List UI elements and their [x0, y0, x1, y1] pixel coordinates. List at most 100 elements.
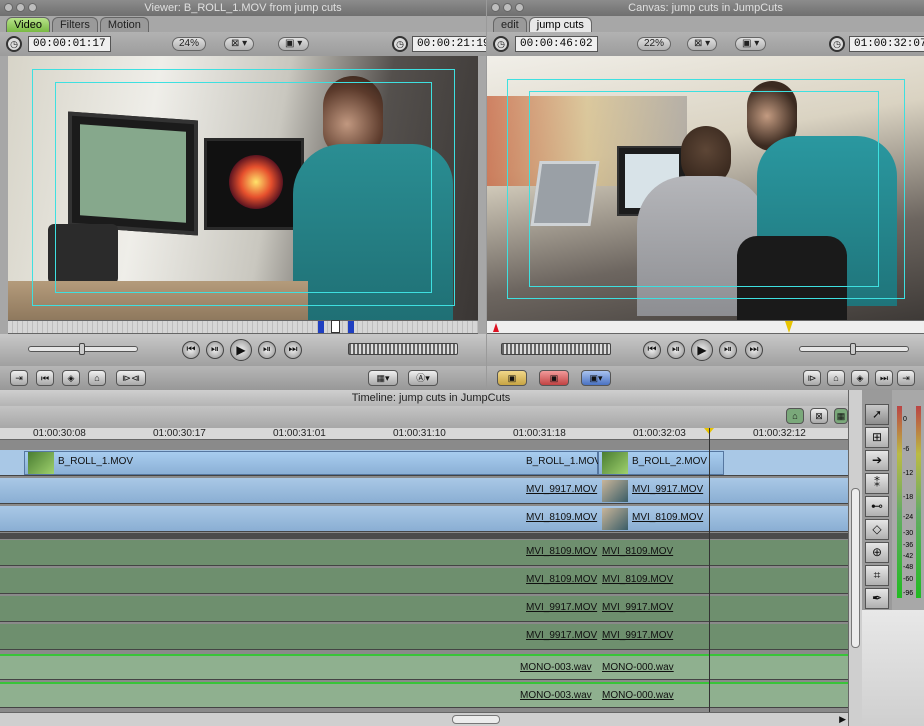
- out-point-marker[interactable]: [348, 321, 354, 333]
- canvas-in-marker[interactable]: [493, 323, 499, 332]
- play-icon[interactable]: ▶: [691, 339, 713, 361]
- mark-clip-icon[interactable]: ⏭: [875, 370, 893, 386]
- in-point-marker[interactable]: [318, 321, 324, 333]
- timeline-track-a3[interactable]: MVI_9917.MOV MVI_9917.MOV: [0, 596, 848, 622]
- scroll-right-arrow[interactable]: ▶: [839, 714, 846, 725]
- mark-in-out-icon[interactable]: ⧐: [803, 370, 821, 386]
- timeline-track-v2[interactable]: MVI_9917.MOV MVI_9917.MOV: [0, 478, 848, 504]
- viewer-current-tc-field[interactable]: 00:00:21:19: [412, 36, 486, 52]
- scroll-thumb[interactable]: [851, 488, 860, 648]
- canvas-playhead[interactable]: [785, 321, 793, 333]
- clip-name: B_ROLL_1.MOV: [526, 456, 602, 467]
- viewer-jog-wheel[interactable]: [348, 343, 458, 355]
- close-button[interactable]: [4, 3, 13, 12]
- zoom-tool-icon[interactable]: ⊕: [865, 542, 889, 563]
- viewer-titlebar[interactable]: Viewer: B_ROLL_1.MOV from jump cuts: [0, 0, 486, 16]
- ruler-tick: 01:00:32:03: [633, 428, 686, 439]
- minimize-button[interactable]: [16, 3, 25, 12]
- scroll-thumb[interactable]: [452, 715, 500, 724]
- timeline-ruler[interactable]: 01:00:30:08 01:00:30:17 01:00:31:01 01:0…: [0, 428, 848, 440]
- minimize-button[interactable]: [503, 3, 512, 12]
- timeline-track-v1[interactable]: MVI_8109.MOV MVI_8109.MOV: [0, 506, 848, 532]
- pen-tool-icon[interactable]: ✒: [865, 588, 889, 609]
- canvas-video-frame[interactable]: [487, 56, 924, 320]
- canvas-overlay-popup[interactable]: ▣ ▾: [735, 37, 767, 51]
- add-keyframe-icon[interactable]: ◈: [62, 370, 80, 386]
- add-keyframe-icon[interactable]: ◈: [851, 370, 869, 386]
- canvas-duration-field[interactable]: 00:00:46:02: [515, 36, 598, 52]
- viewer-view-popup[interactable]: ⊠ ▾: [224, 37, 255, 51]
- previous-edit-icon[interactable]: ⏮: [643, 341, 661, 359]
- tab-edit[interactable]: edit: [493, 17, 527, 32]
- linked-selection-icon[interactable]: ⌂: [786, 408, 804, 424]
- viewer-shuttle-slider[interactable]: [28, 343, 138, 355]
- viewer-zoom-popup[interactable]: 24%: [172, 37, 207, 51]
- canvas-scrubber-bar[interactable]: [487, 320, 924, 334]
- canvas-titlebar[interactable]: Canvas: jump cuts in JumpCuts: [487, 0, 924, 16]
- mark-in-out-icon[interactable]: ⧐⧏: [116, 370, 146, 386]
- clip-name: MONO-003.wav: [520, 662, 592, 673]
- timeline-track-a4[interactable]: MVI_9917.MOV MVI_9917.MOV: [0, 624, 848, 650]
- canvas-current-tc-field[interactable]: 01:00:32:07: [849, 36, 924, 52]
- viewer-duration-field[interactable]: 00:00:01:17: [28, 36, 111, 52]
- play-in-to-out-icon[interactable]: ⏯: [206, 341, 224, 359]
- track-select-tool-icon[interactable]: ➔: [865, 450, 889, 471]
- canvas-shuttle-slider[interactable]: [799, 343, 909, 355]
- viewer-playhead[interactable]: [331, 320, 340, 333]
- next-edit-icon[interactable]: ⏭: [284, 341, 302, 359]
- timeline-playhead-line[interactable]: [709, 428, 710, 712]
- clip-name: MONO-003.wav: [520, 690, 592, 701]
- timeline-track-a6[interactable]: MONO-003.wav MONO-000.wav: [0, 682, 848, 708]
- canvas-zoom-popup[interactable]: 22%: [637, 37, 672, 51]
- zoom-button[interactable]: [28, 3, 37, 12]
- add-marker-icon[interactable]: ⌂: [88, 370, 106, 386]
- roll-tool-icon[interactable]: ⁑: [865, 473, 889, 494]
- canvas-jog-wheel[interactable]: [501, 343, 611, 355]
- clip-overlays-icon[interactable]: ▦: [834, 408, 848, 424]
- snapping-icon[interactable]: ⊠: [810, 408, 828, 424]
- timeline-titlebar[interactable]: Timeline: jump cuts in JumpCuts: [0, 390, 862, 406]
- timeline-track-a1[interactable]: MVI_8109.MOV MVI_8109.MOV: [0, 540, 848, 566]
- tab-motion[interactable]: Motion: [99, 17, 149, 32]
- tab-video[interactable]: Video: [6, 17, 50, 32]
- mark-clip-icon[interactable]: ⏮: [36, 370, 54, 386]
- edit-selection-tool-icon[interactable]: ⊞: [865, 427, 889, 448]
- track-divider[interactable]: [0, 533, 848, 539]
- match-frame-icon[interactable]: ⇥: [10, 370, 28, 386]
- canvas-button-row: ▣ ▣ ▣▾ ⧐ ⌂ ◈ ⏭ ⇥: [487, 366, 924, 390]
- timeline-track-v3[interactable]: B_ROLL_1.MOV B_ROLL_1.MOV B_ROLL_2.MOV: [0, 450, 848, 476]
- tab-jump-cuts[interactable]: jump cuts: [528, 17, 592, 32]
- razor-tool-icon[interactable]: ◇: [865, 519, 889, 540]
- viewer-video-frame[interactable]: [8, 56, 478, 320]
- play-around-icon[interactable]: ⏯: [258, 341, 276, 359]
- zoom-button[interactable]: [515, 3, 524, 12]
- timeline-horizontal-scrollbar[interactable]: ▶: [0, 712, 848, 726]
- match-frame-icon[interactable]: ⇥: [897, 370, 915, 386]
- play-in-to-out-icon[interactable]: ⏯: [667, 341, 685, 359]
- insert-edit-icon[interactable]: ▣: [497, 370, 527, 386]
- timeline-vertical-scrollbar[interactable]: [848, 390, 862, 726]
- crop-tool-icon[interactable]: ⌗: [865, 565, 889, 586]
- selection-tool-icon[interactable]: ➚: [865, 404, 889, 425]
- generator-popup[interactable]: Ⓐ▾: [408, 370, 438, 386]
- close-button[interactable]: [491, 3, 500, 12]
- previous-edit-icon[interactable]: ⏮: [182, 341, 200, 359]
- play-icon[interactable]: ▶: [230, 339, 252, 361]
- ruler-tick: 01:00:30:08: [33, 428, 86, 439]
- timeline-track-a2[interactable]: MVI_8109.MOV MVI_8109.MOV: [0, 568, 848, 594]
- clip-name: MVI_8109.MOV: [632, 512, 704, 523]
- next-edit-icon[interactable]: ⏭: [745, 341, 763, 359]
- add-marker-icon[interactable]: ⌂: [827, 370, 845, 386]
- viewer-overlay-popup[interactable]: ▣ ▾: [278, 37, 310, 51]
- play-around-icon[interactable]: ⏯: [719, 341, 737, 359]
- viewer-scrubber-bar[interactable]: [8, 320, 478, 334]
- recent-clips-popup[interactable]: ▦▾: [368, 370, 398, 386]
- timeline-track-a5[interactable]: MONO-003.wav MONO-000.wav: [0, 654, 848, 680]
- slip-tool-icon[interactable]: ⊷: [865, 496, 889, 517]
- canvas-view-popup[interactable]: ⊠ ▾: [687, 37, 718, 51]
- desktop-background: [862, 610, 924, 726]
- viewer-window: Viewer: B_ROLL_1.MOV from jump cuts Vide…: [0, 0, 486, 390]
- tab-filters[interactable]: Filters: [51, 17, 98, 32]
- overwrite-edit-icon[interactable]: ▣: [539, 370, 569, 386]
- replace-edit-icon[interactable]: ▣▾: [581, 370, 611, 386]
